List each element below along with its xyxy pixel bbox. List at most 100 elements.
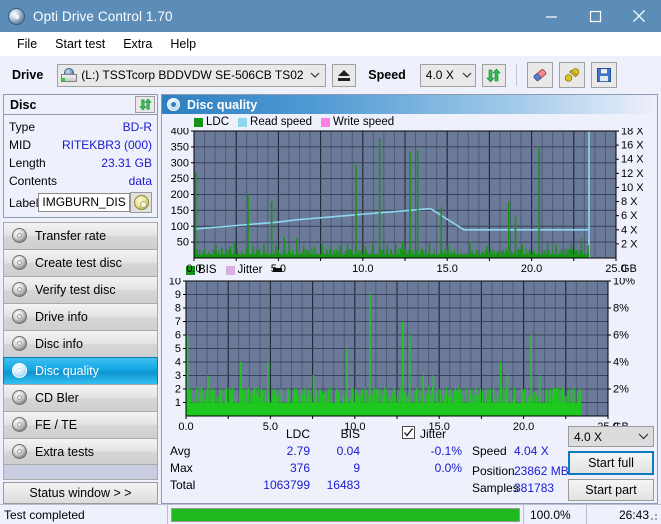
refresh-icon — [139, 98, 152, 111]
svg-text:2 X: 2 X — [621, 238, 638, 250]
sidebar-item-label: Drive info — [35, 310, 88, 324]
legend-swatch-write-speed — [321, 118, 330, 127]
stats-col-header-ldc: LDC — [252, 427, 310, 441]
svg-text:6 X: 6 X — [621, 210, 638, 222]
svg-text:2: 2 — [175, 384, 181, 396]
legend-label-ldc: LDC — [206, 116, 229, 128]
svg-text:4 X: 4 X — [621, 224, 638, 236]
disc-info-header: Disc — [4, 95, 157, 115]
speed-label: Speed — [368, 68, 406, 82]
legend-label-read-speed: Read speed — [250, 116, 312, 128]
progress-fill — [172, 509, 519, 521]
svg-text:350: 350 — [171, 141, 189, 153]
eject-button[interactable] — [332, 64, 356, 87]
app-disc-icon — [8, 8, 25, 25]
disc-icon — [167, 98, 181, 112]
disc-row-value: data — [129, 173, 152, 189]
eraser-icon — [531, 66, 549, 84]
disc-label-row: Label IMGBURN_DIS — [9, 192, 152, 213]
legend-swatch-read-speed — [238, 118, 247, 127]
refresh-icon — [486, 68, 501, 83]
disc-label-input[interactable]: IMGBURN_DIS — [38, 193, 130, 212]
legend-entry-write-speed: Write speed — [321, 116, 394, 128]
progress-track — [171, 508, 520, 522]
minimize-icon[interactable] — [529, 0, 573, 32]
svg-text:1: 1 — [175, 397, 181, 409]
sidebar-item-create-test-disc[interactable]: Create test disc — [3, 249, 158, 276]
close-icon[interactable] — [617, 0, 661, 32]
refresh-button[interactable] — [482, 64, 506, 87]
erase-button[interactable] — [527, 62, 553, 88]
disc-refresh-button[interactable] — [135, 96, 155, 113]
progress-bar — [168, 505, 523, 524]
svg-text:5.0: 5.0 — [271, 263, 286, 275]
test-speed-select[interactable]: 4.0 X — [568, 426, 654, 447]
maximize-icon[interactable] — [573, 0, 617, 32]
stats-panel: LDC BIS Avg 2.79 0.04 Max 376 9 Total 10… — [162, 423, 657, 503]
stats-speed-value: 4.04 X — [514, 444, 576, 458]
resize-grip[interactable] — [647, 510, 659, 522]
sidebar-item-disc-quality[interactable]: Disc quality — [3, 357, 158, 384]
sidebar-item-verify-test-disc[interactable]: Verify test disc — [3, 276, 158, 303]
disc-label-button[interactable] — [130, 192, 152, 213]
sidebar-item-label: FE / TE — [35, 418, 77, 432]
svg-text:300: 300 — [171, 157, 189, 169]
chart-bis-jitter[interactable]: 123456789102%4%6%8%10%0.0 5.0 10.0 15.0 20.0… — [162, 278, 659, 438]
menu-file[interactable]: File — [8, 34, 46, 54]
tools-button[interactable] — [559, 62, 585, 88]
svg-text:50: 50 — [177, 237, 189, 249]
speed-select[interactable]: 4.0 X — [420, 64, 476, 87]
sidebar-item-extra-tests[interactable]: Extra tests — [3, 438, 158, 465]
main-area: Disc Type BD-R MID RITEKBR3 (000) Length… — [0, 94, 661, 504]
stats-value-jitter-max: 0.0% — [398, 461, 462, 475]
disc-info-rows: Type BD-R MID RITEKBR3 (000) Length 23.3… — [4, 115, 157, 217]
svg-text:400: 400 — [171, 128, 189, 138]
drive-select[interactable]: (L:) TSSTcorp BDDVDW SE-506CB TS02 — [57, 64, 326, 87]
svg-text:200: 200 — [171, 189, 189, 201]
speed-select-value: 4.0 X — [426, 68, 459, 82]
disc-row-key: Contents — [9, 173, 57, 189]
menu-start-test[interactable]: Start test — [46, 34, 114, 54]
drive-label: Drive — [12, 68, 43, 82]
disc-info-title: Disc — [10, 98, 36, 112]
chevron-down-icon — [633, 433, 653, 440]
svg-text:8%: 8% — [613, 303, 629, 315]
start-part-button[interactable]: Start part — [568, 479, 654, 501]
sidebar-item-label: Create test disc — [35, 256, 122, 270]
stats-value-max-bis: 9 — [312, 461, 360, 475]
sidebar-item-cd-bler[interactable]: CD Bler — [3, 384, 158, 411]
svg-text:6%: 6% — [613, 330, 629, 342]
status-bar: Test completed 100.0% 26:43 — [0, 504, 661, 524]
panel-header: Disc quality — [162, 95, 657, 114]
jitter-checkbox[interactable] — [402, 426, 415, 439]
menu-extra[interactable]: Extra — [114, 34, 161, 54]
cd-icon — [134, 195, 149, 210]
progress-percent: 100.0% — [523, 505, 587, 524]
chevron-down-icon — [306, 72, 323, 79]
svg-text:GB: GB — [621, 263, 637, 275]
start-full-button[interactable]: Start full — [568, 451, 654, 475]
stats-col-header-bis: BIS — [312, 427, 360, 441]
sidebar-item-disc-info[interactable]: Disc info — [3, 330, 158, 357]
save-button[interactable] — [591, 62, 617, 88]
svg-text:150: 150 — [171, 205, 189, 217]
drive-select-value: (L:) TSSTcorp BDDVDW SE-506CB TS02 — [81, 68, 306, 82]
svg-text:12 X: 12 X — [621, 168, 644, 180]
sidebar-item-label: Disc info — [35, 337, 83, 351]
jitter-label: Jitter — [420, 427, 446, 441]
legend-swatch-ldc — [194, 118, 203, 127]
disc-info-box: Disc Type BD-R MID RITEKBR3 (000) Length… — [3, 94, 158, 218]
svg-text:100: 100 — [171, 221, 189, 233]
title-bar: Opti Drive Control 1.70 — [0, 0, 661, 32]
sidebar-item-label: Verify test disc — [35, 283, 116, 297]
sidebar-item-transfer-rate[interactable]: Transfer rate — [3, 222, 158, 249]
menu-help[interactable]: Help — [161, 34, 205, 54]
window-title: Opti Drive Control 1.70 — [33, 9, 529, 24]
sidebar-item-drive-info[interactable]: Drive info — [3, 303, 158, 330]
status-window-button[interactable]: Status window > > — [3, 482, 158, 504]
legend-label-write-speed: Write speed — [333, 116, 394, 128]
sidebar-item-fe-te[interactable]: FE / TE — [3, 411, 158, 438]
chart-ldc-readspeed[interactable]: 50 100 150 200 250 300 350 400 2 X 4 X 6 X 8 X 10 X 1… — [162, 128, 659, 278]
tools-icon — [563, 66, 581, 84]
disc-row-value: BD-R — [123, 119, 152, 135]
